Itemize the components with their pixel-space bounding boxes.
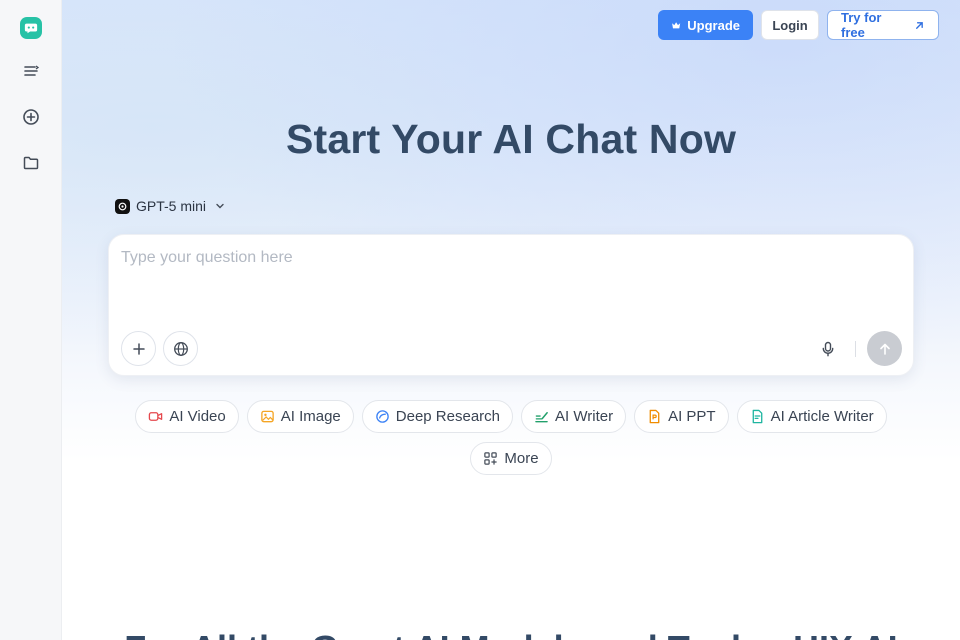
tool-label: AI Video xyxy=(169,408,226,425)
toolbar-divider xyxy=(855,341,856,357)
login-button[interactable]: Login xyxy=(761,10,819,40)
video-icon xyxy=(149,412,163,421)
top-bar: Upgrade Login Try for free xyxy=(658,10,939,40)
sidebar xyxy=(0,0,62,640)
upgrade-label: Upgrade xyxy=(687,17,740,33)
plus-icon xyxy=(132,342,145,355)
folder-icon xyxy=(23,156,38,170)
model-name: GPT-5 mini xyxy=(136,198,207,214)
ppt-icon xyxy=(649,409,660,424)
arrow-up-icon xyxy=(879,343,890,355)
login-label: Login xyxy=(772,17,808,33)
tool-chip-deep-research[interactable]: Deep Research xyxy=(361,400,514,433)
chat-box xyxy=(108,234,914,376)
tool-label: Deep Research xyxy=(395,408,501,425)
chat-logo-icon xyxy=(24,23,37,34)
image-icon xyxy=(260,410,274,423)
tool-chips-row-1: AI Video AI Image Deep Research AI Write… xyxy=(62,400,960,433)
tool-chip-more[interactable]: More xyxy=(470,442,552,475)
model-selector[interactable]: GPT-5 mini xyxy=(115,198,226,214)
section-heading: For All the Great AI Models and Tools · … xyxy=(62,628,960,640)
upgrade-button[interactable]: Upgrade xyxy=(658,10,753,40)
microphone-icon xyxy=(822,341,834,357)
chat-input[interactable] xyxy=(121,249,901,309)
app-logo[interactable] xyxy=(19,17,42,39)
main-content: Upgrade Login Try for free Start Your AI… xyxy=(62,0,960,640)
chevron-down-icon xyxy=(216,203,224,209)
folder-button[interactable] xyxy=(15,147,47,179)
try-label: Try for free xyxy=(841,10,882,40)
tool-chip-ai-ppt[interactable]: AI PPT xyxy=(634,400,729,433)
tool-label: AI PPT xyxy=(668,408,716,425)
grid-icon xyxy=(484,452,498,465)
tool-chip-ai-video[interactable]: AI Video xyxy=(135,400,239,433)
try-for-free-button[interactable]: Try for free xyxy=(827,10,939,40)
tool-label: AI Image xyxy=(280,408,341,425)
openai-icon xyxy=(115,198,130,214)
new-chat-button[interactable] xyxy=(15,101,47,133)
attach-button[interactable] xyxy=(121,331,156,366)
page-title: Start Your AI Chat Now xyxy=(285,116,737,162)
tool-label: AI Article Writer xyxy=(770,408,874,425)
menu-icon xyxy=(23,65,39,76)
plus-circle-icon xyxy=(22,109,39,125)
research-icon xyxy=(376,410,389,423)
tool-chip-ai-article-writer[interactable]: AI Article Writer xyxy=(736,400,887,433)
crown-icon xyxy=(672,21,681,28)
tool-chip-ai-writer[interactable]: AI Writer xyxy=(521,400,627,433)
menu-button[interactable] xyxy=(15,55,47,87)
globe-icon xyxy=(173,341,188,356)
writer-icon xyxy=(535,412,548,423)
web-search-button[interactable] xyxy=(163,331,198,366)
send-button[interactable] xyxy=(867,331,902,366)
tool-chips-row-2: More xyxy=(62,442,960,475)
arrow-up-right-icon xyxy=(916,21,923,29)
voice-input-button[interactable] xyxy=(817,338,839,360)
tool-label: More xyxy=(504,450,539,467)
tool-chip-ai-image[interactable]: AI Image xyxy=(246,400,354,433)
tool-label: AI Writer xyxy=(555,408,614,425)
article-icon xyxy=(752,409,762,424)
